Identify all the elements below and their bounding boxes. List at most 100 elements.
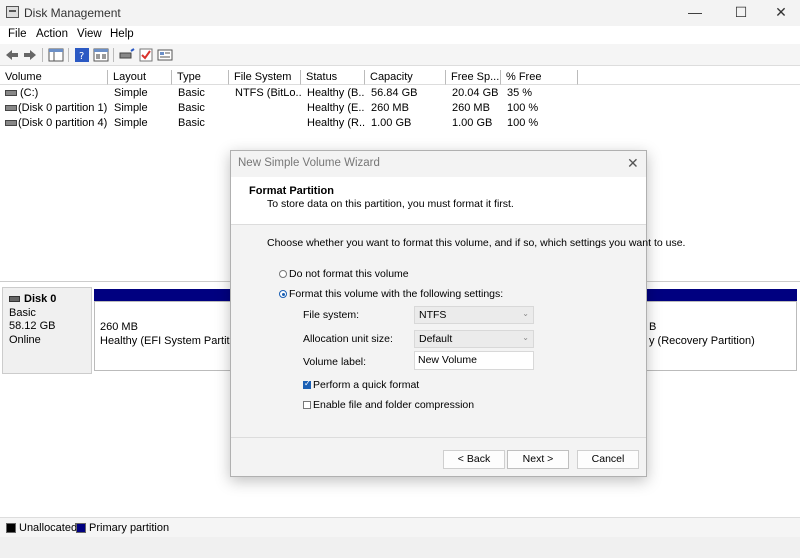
wizard-body: Choose whether you want to format this v… — [231, 226, 685, 438]
column-capacity[interactable]: Capacity — [365, 70, 446, 85]
allocation-unit-size-value: Default — [419, 333, 453, 345]
column-percent-free[interactable]: % Free — [501, 70, 578, 85]
column-file-system[interactable]: File System — [229, 70, 301, 85]
table-row[interactable]: (Disk 0 partition 4) Simple Basic Health… — [0, 117, 800, 131]
settings-icon[interactable] — [157, 47, 173, 63]
next-button[interactable]: Next > — [507, 450, 569, 469]
legend-unallocated: Unallocated — [19, 522, 78, 534]
column-volume[interactable]: Volume — [0, 70, 108, 85]
disk-icon — [9, 296, 20, 303]
table-row[interactable]: (C:) Simple Basic NTFS (BitLo... Healthy… — [0, 87, 800, 101]
cell-capacity: 1.00 GB — [371, 117, 412, 129]
format-volume-radio[interactable] — [279, 290, 287, 298]
svg-text:?: ? — [79, 51, 84, 62]
file-system-value: NTFS — [419, 309, 447, 321]
allocation-unit-size-select[interactable]: Default ⌄ — [414, 330, 534, 348]
disk-type: Basic — [9, 306, 36, 319]
disk-name: Disk 0 — [24, 293, 57, 305]
dialog-close-icon[interactable]: ✕ — [627, 155, 639, 172]
wizard-subheading: To store data on this partition, you mus… — [267, 198, 514, 210]
partition-header-recovery — [640, 289, 797, 301]
help-icon[interactable]: ? — [74, 47, 90, 63]
file-system-label: File system: — [303, 309, 360, 321]
allocation-unit-size-label: Allocation unit size: — [303, 333, 393, 345]
cell-free-space: 260 MB — [452, 102, 490, 114]
volume-label-value: New Volume — [418, 354, 477, 366]
properties-icon[interactable] — [93, 47, 109, 63]
cell-volume: (C:) — [20, 87, 39, 99]
cell-status: Healthy (E... — [307, 102, 365, 114]
connect-drive-icon[interactable] — [119, 47, 135, 63]
partition-header-efi — [94, 289, 234, 301]
title-bar: Disk Management — ☐ ✕ — [0, 0, 800, 26]
toolbar-separator — [42, 48, 43, 62]
compression-label[interactable]: Enable file and folder compression — [313, 399, 474, 411]
wizard-intro-text: Choose whether you want to format this v… — [267, 237, 686, 249]
partition-recovery[interactable]: B y (Recovery Partition) — [640, 301, 797, 371]
cell-percent-free: 35 % — [507, 87, 533, 99]
new-simple-volume-wizard-dialog: New Simple Volume Wizard ✕ Format Partit… — [230, 150, 685, 477]
legend: Unallocated Primary partition — [0, 517, 800, 537]
toolbar-separator — [68, 48, 69, 62]
status-bar — [0, 537, 800, 558]
file-system-select[interactable]: NTFS ⌄ — [414, 306, 534, 324]
partition-efi[interactable]: 260 MB Healthy (EFI System Partition) — [94, 301, 234, 371]
cell-volume: (Disk 0 partition 4) — [18, 117, 108, 129]
cell-layout: Simple — [114, 87, 148, 99]
back-button[interactable]: < Back — [443, 450, 505, 469]
partition-size: 260 MB — [100, 321, 138, 333]
cell-layout: Simple — [114, 117, 148, 129]
toolbar-separator — [113, 48, 114, 62]
legend-primary-partition: Primary partition — [89, 522, 170, 534]
cancel-button[interactable]: Cancel — [577, 450, 639, 469]
partition-status: Healthy (EFI System Partition) — [100, 335, 234, 347]
unallocated-swatch — [6, 523, 16, 533]
cell-status: Healthy (R... — [307, 117, 365, 129]
back-arrow-icon[interactable] — [4, 47, 20, 63]
cell-capacity: 56.84 GB — [371, 87, 418, 99]
column-free-space[interactable]: Free Sp... — [446, 70, 501, 85]
dialog-title: New Simple Volume Wizard — [238, 157, 380, 169]
drive-icon — [5, 120, 17, 126]
format-volume-label[interactable]: Format this volume with the following se… — [289, 288, 503, 300]
drive-icon — [5, 105, 17, 111]
menu-file[interactable]: File — [8, 28, 27, 40]
cell-free-space: 1.00 GB — [452, 117, 493, 129]
menu-action[interactable]: Action — [36, 28, 68, 40]
wizard-heading: Format Partition — [249, 185, 334, 197]
disk-0-info[interactable]: Disk 0 Basic 58.12 GB Online — [2, 287, 92, 374]
cell-layout: Simple — [114, 102, 148, 114]
cell-percent-free: 100 % — [507, 117, 539, 129]
console-tree-icon[interactable] — [48, 47, 64, 63]
quick-format-label[interactable]: Perform a quick format — [313, 379, 419, 391]
toolbar: ? — [0, 44, 800, 66]
column-type[interactable]: Type — [172, 70, 229, 85]
primary-partition-swatch — [76, 523, 86, 533]
column-status[interactable]: Status — [301, 70, 365, 85]
partition-status: y (Recovery Partition) — [649, 335, 755, 347]
quick-format-checkbox[interactable] — [303, 379, 311, 389]
cell-type: Basic — [178, 117, 205, 129]
do-not-format-radio[interactable] — [279, 270, 287, 278]
menu-bar: File Action View Help — [0, 26, 800, 44]
check-icon[interactable] — [138, 47, 154, 63]
minimize-button[interactable]: — — [672, 0, 718, 26]
partition-size: B — [649, 321, 657, 333]
disk-size: 58.12 GB — [9, 320, 56, 332]
table-row[interactable]: (Disk 0 partition 1) Simple Basic Health… — [0, 102, 800, 116]
cell-type: Basic — [178, 102, 205, 114]
do-not-format-label[interactable]: Do not format this volume — [289, 268, 409, 280]
menu-help[interactable]: Help — [110, 28, 134, 40]
column-layout[interactable]: Layout — [108, 70, 172, 85]
menu-view[interactable]: View — [77, 28, 102, 40]
compression-checkbox[interactable] — [303, 401, 311, 409]
cell-status: Healthy (B... — [307, 87, 365, 99]
volume-list-header: Volume Layout Type File System Status Ca… — [0, 70, 800, 85]
close-button[interactable]: ✕ — [758, 0, 800, 26]
volume-label-input[interactable]: New Volume — [414, 351, 534, 370]
forward-arrow-icon[interactable] — [22, 47, 38, 63]
cell-volume: (Disk 0 partition 1) — [18, 102, 108, 114]
drive-icon — [5, 90, 17, 96]
window-title: Disk Management — [24, 6, 121, 20]
disk-status: Online — [9, 333, 41, 346]
